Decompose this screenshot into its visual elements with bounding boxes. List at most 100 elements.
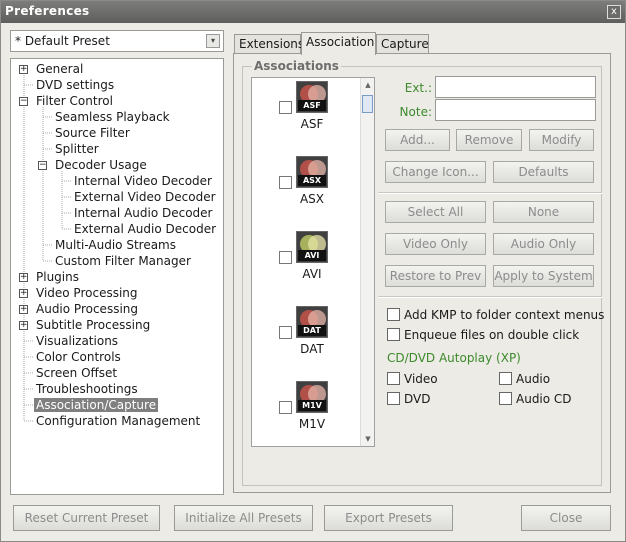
checkbox-box[interactable] <box>499 392 512 405</box>
expand-icon[interactable]: + <box>19 65 28 74</box>
add-button[interactable]: Add... <box>385 129 450 151</box>
list-item-dat[interactable]: DAT DAT <box>252 306 360 376</box>
tree-item-label: Association/Capture <box>34 398 159 412</box>
list-item-m1v[interactable]: M1V M1V <box>252 381 360 446</box>
tab-label: Association <box>306 35 375 49</box>
tree-item-label: Configuration Management <box>36 414 201 428</box>
tree-item-custom-filter-manager[interactable]: Custom Filter Manager <box>55 253 191 269</box>
tree-item-source-filter[interactable]: Source Filter <box>55 125 130 141</box>
tree-item-label: Plugins <box>36 270 79 284</box>
tree-item-configuration-management[interactable]: Configuration Management <box>36 413 200 429</box>
extension-label: AVI <box>302 267 322 281</box>
scrollbar-thumb[interactable] <box>362 95 373 113</box>
avi-checkbox[interactable] <box>279 251 292 264</box>
close-button[interactable]: Close <box>521 505 611 531</box>
tree-item-label: Troubleshootings <box>36 382 138 396</box>
tree-item-screen-offset[interactable]: Screen Offset <box>36 365 117 381</box>
tree-item-label: DVD settings <box>36 78 115 92</box>
list-item-avi[interactable]: AVI AVI <box>252 231 360 301</box>
tree-item-association-capture[interactable]: Association/Capture <box>34 397 159 413</box>
note-input[interactable] <box>435 99 596 121</box>
tree-item-label: Internal Video Decoder <box>74 174 212 188</box>
extension-label: ASF <box>300 117 324 131</box>
expand-icon[interactable]: + <box>19 305 28 314</box>
m1v-checkbox[interactable] <box>279 401 292 414</box>
checkbox-box[interactable] <box>387 308 400 321</box>
tree-item-dvd-settings[interactable]: DVD settings <box>36 77 114 93</box>
checkbox-label: DVD <box>404 392 431 406</box>
separator <box>378 296 602 298</box>
scroll-down-icon[interactable]: ▼ <box>361 432 374 446</box>
note-label: Note: <box>399 105 432 119</box>
checkbox-label: Audio <box>516 372 551 386</box>
expand-icon[interactable]: + <box>19 289 28 298</box>
tab-label: Capture <box>381 37 429 51</box>
association-list: ASF ASF ASX ASX AVI AVI DAT DAT M1V M1V … <box>251 77 375 447</box>
kmp-file-icon: AVI <box>296 231 328 263</box>
tree-item-label: Seamless Playback <box>55 110 170 124</box>
file-type-tag: AVI <box>298 250 326 261</box>
tree-item-label: Color Controls <box>36 350 121 364</box>
reset-current-preset-button[interactable]: Reset Current Preset <box>13 505 160 531</box>
tab-association[interactable]: Association <box>301 32 376 55</box>
list-item-asf[interactable]: ASF ASF <box>252 81 360 151</box>
video-only-button[interactable]: Video Only <box>385 233 486 255</box>
checkbox-box[interactable] <box>387 328 400 341</box>
initialize-all-presets-button[interactable]: Initialize All Presets <box>174 505 313 531</box>
extension-label: M1V <box>298 417 326 431</box>
kmp-file-icon: ASX <box>296 156 328 188</box>
checkbox-box[interactable] <box>387 392 400 405</box>
asx-checkbox[interactable] <box>279 176 292 189</box>
tab-capture[interactable]: Capture <box>376 34 429 54</box>
tree-item-label: Video Processing <box>36 286 138 300</box>
checkbox-box[interactable] <box>387 372 400 385</box>
collapse-icon[interactable]: − <box>38 161 47 170</box>
tree-item-splitter[interactable]: Splitter <box>55 141 99 157</box>
tree-item-label: External Video Decoder <box>74 190 216 204</box>
none-button[interactable]: None <box>493 201 594 223</box>
list-item-asx[interactable]: ASX ASX <box>252 156 360 226</box>
tree-item-internal-audio-decoder[interactable]: Internal Audio Decoder <box>74 205 212 221</box>
file-type-tag: ASX <box>298 175 326 186</box>
tree-item-external-audio-decoder[interactable]: External Audio Decoder <box>74 221 216 237</box>
chevron-down-icon[interactable]: ▾ <box>206 34 220 48</box>
expand-icon[interactable]: + <box>19 321 28 330</box>
apply-to-system-button[interactable]: Apply to System <box>493 265 594 287</box>
restore-to-prev-button[interactable]: Restore to Prev <box>385 265 486 287</box>
tree-item-multi-audio-streams[interactable]: Multi-Audio Streams <box>55 237 176 253</box>
extension-label: DAT <box>300 342 324 356</box>
tree-item-troubleshootings[interactable]: Troubleshootings <box>36 381 138 397</box>
association-list-scrollbar[interactable]: ▲ ▼ <box>360 78 374 446</box>
tab-extensions[interactable]: Extensions <box>234 34 304 54</box>
dat-checkbox[interactable] <box>279 326 292 339</box>
settings-tree: + General DVD settings − Filter Control … <box>10 58 224 495</box>
preset-dropdown[interactable]: * Default Preset ▾ <box>10 30 224 52</box>
remove-button[interactable]: Remove <box>456 129 522 151</box>
defaults-button[interactable]: Defaults <box>493 161 594 183</box>
export-presets-button[interactable]: Export Presets <box>324 505 453 531</box>
associations-group-title: Associations <box>252 59 341 73</box>
ext-input[interactable] <box>435 76 596 98</box>
checkbox-box[interactable] <box>499 372 512 385</box>
tree-item-internal-video-decoder[interactable]: Internal Video Decoder <box>74 173 212 189</box>
tree-item-label: External Audio Decoder <box>74 222 217 236</box>
window-title: Preferences <box>5 4 90 18</box>
autoplay-title: CD/DVD Autoplay (XP) <box>387 351 521 365</box>
tree-item-seamless-playback[interactable]: Seamless Playback <box>55 109 170 125</box>
scroll-up-icon[interactable]: ▲ <box>361 78 374 92</box>
title-bar: Preferences x <box>1 1 625 23</box>
kmp-file-icon: DAT <box>296 306 328 338</box>
tree-item-external-video-decoder[interactable]: External Video Decoder <box>74 189 216 205</box>
tree-item-color-controls[interactable]: Color Controls <box>36 349 121 365</box>
change-icon-button[interactable]: Change Icon... <box>385 161 486 183</box>
close-icon[interactable]: x <box>607 5 621 19</box>
collapse-icon[interactable]: − <box>19 97 28 106</box>
file-type-tag: ASF <box>298 100 326 111</box>
kmp-file-icon: ASF <box>296 81 328 113</box>
audio-only-button[interactable]: Audio Only <box>493 233 594 255</box>
tree-item-visualizations[interactable]: Visualizations <box>36 333 118 349</box>
asf-checkbox[interactable] <box>279 101 292 114</box>
expand-icon[interactable]: + <box>19 273 28 282</box>
modify-button[interactable]: Modify <box>529 129 594 151</box>
select-all-button[interactable]: Select All <box>385 201 486 223</box>
